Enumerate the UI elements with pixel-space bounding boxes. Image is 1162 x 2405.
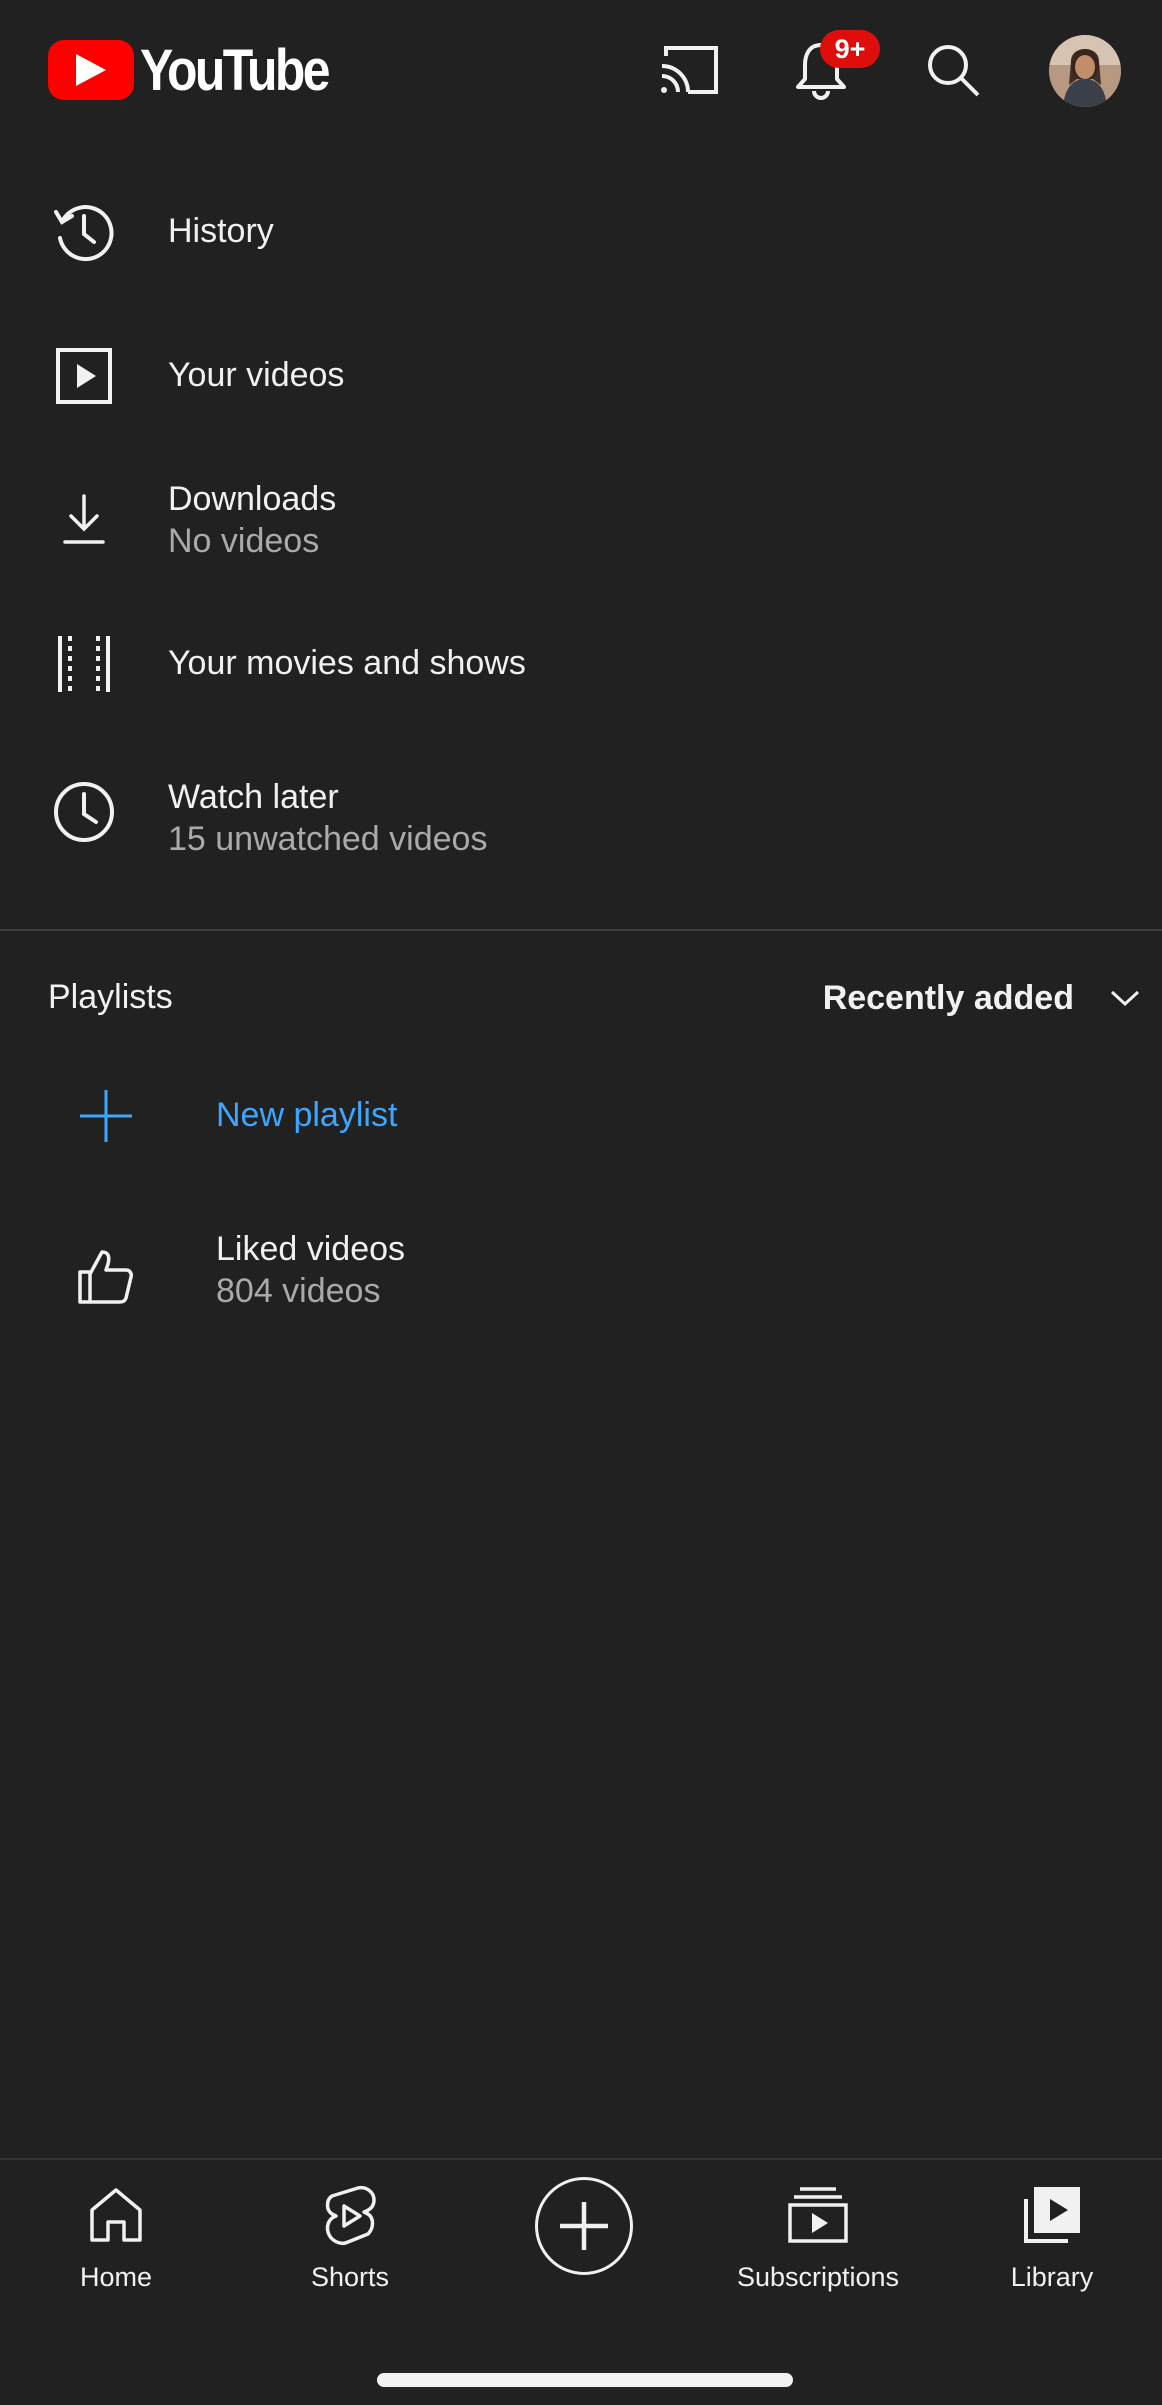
film-strip-icon (44, 624, 124, 704)
divider (0, 929, 1162, 931)
playlist-subtitle: 804 videos (216, 1272, 381, 1310)
playlist-title: Liked videos (216, 1230, 406, 1268)
library-icon (1017, 2180, 1087, 2250)
top-app-bar: YouTube 9+ (0, 0, 1162, 140)
create-plus-icon (560, 2202, 608, 2250)
menu-item-label: History (168, 212, 274, 250)
cast-icon (661, 46, 718, 94)
nav-home[interactable]: Home (16, 2180, 216, 2300)
chevron-down-icon (1110, 990, 1140, 1007)
plus-icon (66, 1076, 146, 1156)
create-button[interactable] (535, 2177, 633, 2275)
nav-shorts[interactable]: Shorts (250, 2180, 450, 2300)
menu-item-your-videos[interactable]: Your videos (0, 304, 1162, 448)
clock-icon (44, 772, 124, 852)
menu-item-label: Your videos (168, 356, 345, 394)
playlist-item-liked-videos[interactable]: Liked videos 804 videos (0, 1196, 1162, 1356)
new-playlist-label: New playlist (216, 1096, 398, 1134)
thumbs-up-icon (66, 1236, 146, 1316)
menu-item-history[interactable]: History (0, 160, 1162, 304)
home-icon (81, 2180, 151, 2250)
nav-label: Subscriptions (736, 2262, 900, 2292)
nav-subscriptions[interactable]: Subscriptions (718, 2180, 918, 2300)
history-icon (44, 192, 124, 272)
nav-label: Home (79, 2262, 153, 2292)
cast-button[interactable] (650, 30, 730, 110)
avatar[interactable] (1049, 35, 1121, 107)
search-button[interactable] (913, 30, 993, 110)
nav-label: Library (1010, 2262, 1094, 2292)
notification-badge: 9+ (820, 30, 880, 68)
menu-item-label: Your movies and shows (168, 644, 526, 682)
menu-item-label: Watch later (168, 778, 339, 816)
subscriptions-icon (783, 2180, 853, 2250)
youtube-logo-icon (48, 40, 134, 100)
playlists-heading: Playlists (48, 978, 173, 1016)
new-playlist-button[interactable]: New playlist (0, 1046, 1162, 1186)
menu-item-downloads[interactable]: Downloads No videos (0, 448, 1162, 592)
menu-item-subtitle: 15 unwatched videos (168, 820, 488, 858)
menu-item-movies-shows[interactable]: Your movies and shows (0, 592, 1162, 736)
bottom-navigation: Home Shorts Subscriptions Library (0, 2158, 1162, 2405)
home-indicator[interactable] (377, 2373, 793, 2387)
nav-label: Shorts (310, 2262, 390, 2292)
nav-library[interactable]: Library (952, 2180, 1152, 2300)
library-page: YouTube 9+ History Your videos Downloads… (0, 0, 1162, 2405)
sort-label: Recently added (822, 978, 1074, 1017)
play-square-icon (44, 336, 124, 416)
youtube-logo[interactable]: YouTube (48, 34, 358, 106)
sort-dropdown[interactable]: Recently added (823, 968, 1140, 1028)
search-icon (928, 45, 980, 97)
menu-item-label: Downloads (168, 480, 337, 518)
menu-item-watch-later[interactable]: Watch later 15 unwatched videos (0, 740, 1162, 884)
shorts-icon (315, 2180, 385, 2250)
download-icon (44, 480, 124, 560)
menu-item-subtitle: No videos (168, 522, 320, 560)
logo-text: YouTube (140, 37, 330, 103)
